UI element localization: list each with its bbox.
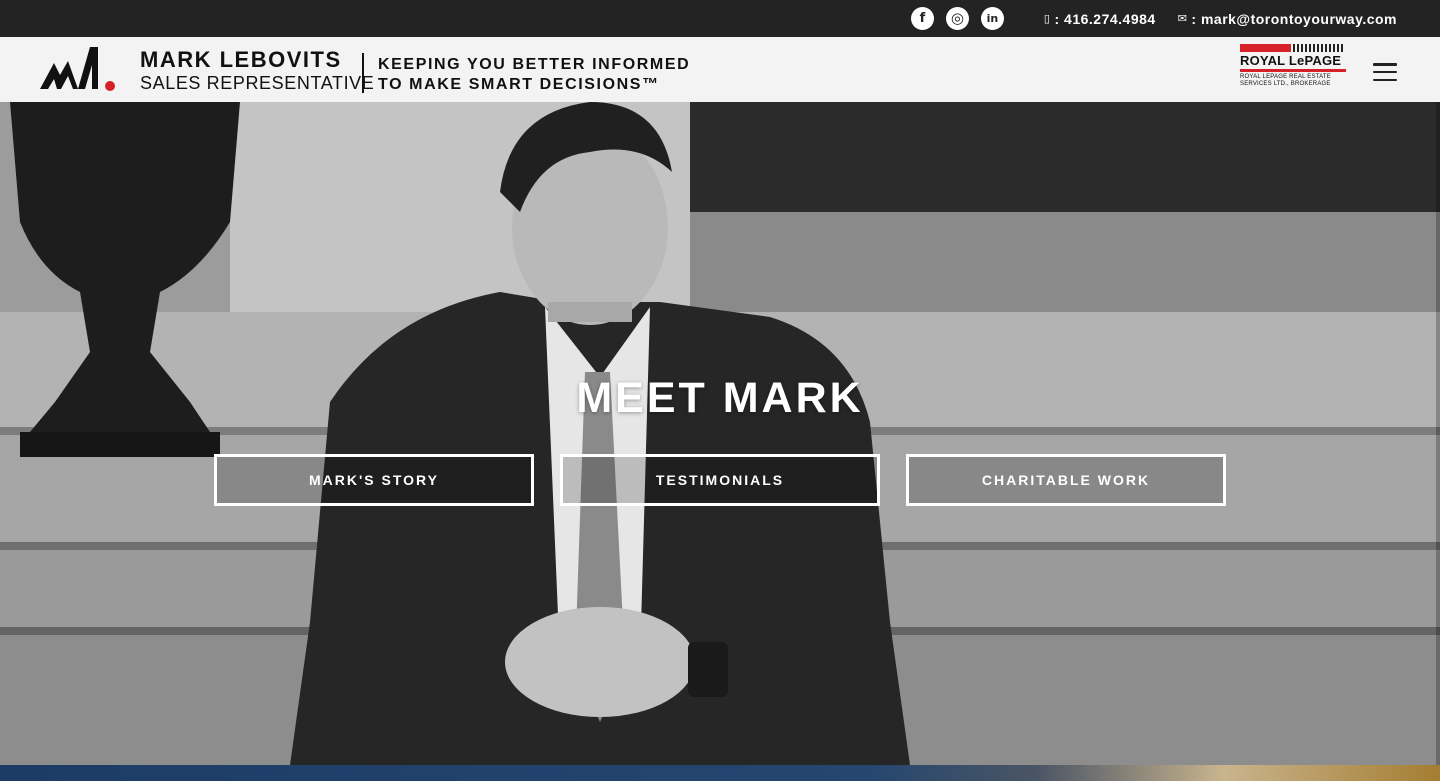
top-bar: f ◎ in ▯ : 416.274.4984 ✉ : mark@toronto… (0, 0, 1440, 37)
hero-section: MEET MARK MARK'S STORY TESTIMONIALS CHAR… (0, 102, 1440, 765)
mail-icon: ✉ (1177, 12, 1188, 25)
brand-role: SALES REPRESENTATIVE (140, 73, 375, 93)
phone-number: : 416.274.4984 (1054, 10, 1156, 27)
phone-icon: ▯ (1043, 12, 1051, 25)
menu-line (1373, 78, 1397, 81)
rlp-name: ROYAL LePAGE (1240, 53, 1342, 68)
email-link[interactable]: ✉ : mark@torontoyourway.com (1178, 11, 1397, 27)
hero-photo (0, 102, 1440, 765)
tagline-line-2: TO MAKE SMART DECISIONS™ (378, 76, 660, 93)
phone-link[interactable]: ▯ : 416.274.4984 (1044, 11, 1156, 27)
tagline-line-1: KEEPING YOU BETTER INFORMED (378, 56, 691, 73)
rlp-stripe-bar (1293, 44, 1345, 52)
header-divider (362, 53, 364, 93)
marks-story-button[interactable]: MARK'S STORY (214, 454, 534, 506)
hero-title: MEET MARK (576, 374, 864, 422)
rlp-red-bar (1240, 44, 1291, 52)
rlp-subtitle: ROYAL LEPAGE REAL ESTATE SERVICES LTD., … (1240, 74, 1348, 87)
ml-logo-icon (40, 47, 115, 91)
charitable-work-button[interactable]: CHARITABLE WORK (906, 454, 1226, 506)
social-links: f ◎ in (910, 7, 1004, 30)
site-header: MARK LEBOVITS SALES REPRESENTATIVE KEEPI… (0, 37, 1440, 102)
rlp-red-line (1240, 69, 1346, 72)
facebook-icon[interactable]: f (910, 7, 934, 30)
testimonials-button[interactable]: TESTIMONIALS (560, 454, 880, 506)
brand-block: MARK LEBOVITS SALES REPRESENTATIVE (140, 48, 374, 94)
next-section-preview (0, 765, 1440, 781)
scrollbar[interactable] (1436, 102, 1440, 765)
tagline: KEEPING YOU BETTER INFORMED TO MAKE SMAR… (378, 55, 690, 95)
brand-name: MARK LEBOVITS (140, 47, 342, 72)
royal-lepage-logo[interactable]: ROYAL LePAGE ROYAL LEPAGE REAL ESTATE SE… (1239, 43, 1347, 93)
email-address: : mark@torontoyourway.com (1191, 10, 1397, 27)
menu-line (1373, 70, 1397, 74)
rlp-sub-line-2: SERVICES LTD., BROKERAGE (1240, 80, 1331, 87)
menu-line (1373, 63, 1397, 66)
instagram-icon[interactable]: ◎ (945, 7, 969, 30)
hamburger-menu-icon[interactable] (1373, 63, 1397, 81)
linkedin-icon[interactable]: in (980, 7, 1004, 30)
